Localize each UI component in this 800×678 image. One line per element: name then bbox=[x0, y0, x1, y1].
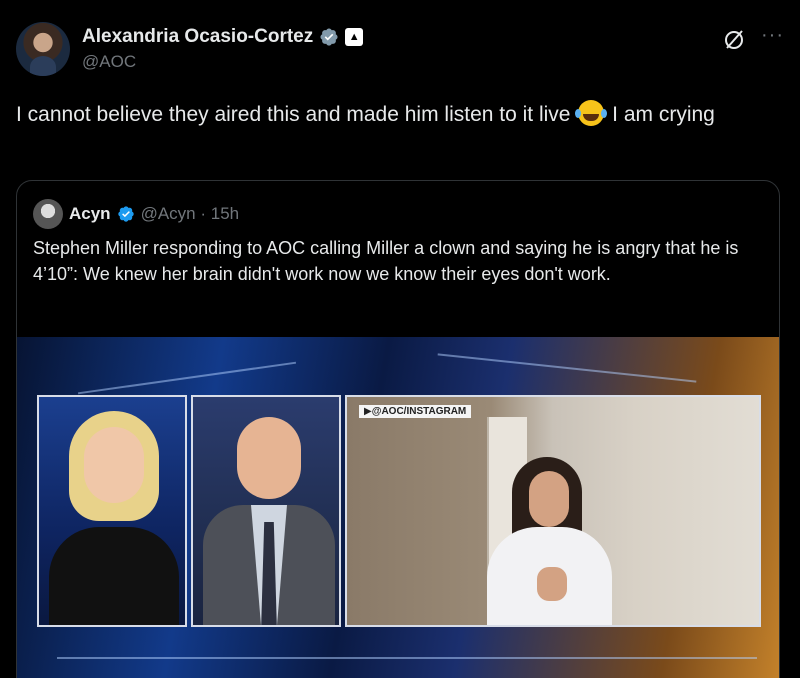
post-header: Alexandria Ocasio-Cortez ▲ @AOC ··· bbox=[16, 22, 784, 78]
stage-floor-line bbox=[57, 657, 757, 659]
quote-author-handle[interactable]: @Acyn · 15h bbox=[141, 204, 240, 224]
video-panel-instagram: ▶@AOC/INSTAGRAM bbox=[345, 395, 761, 627]
author-name-row: Alexandria Ocasio-Cortez ▲ bbox=[82, 26, 364, 48]
verified-badge-icon bbox=[117, 206, 134, 222]
avatar[interactable] bbox=[16, 22, 70, 76]
quote-avatar[interactable] bbox=[33, 199, 63, 229]
post-text: I cannot believe they aired this and mad… bbox=[16, 100, 776, 129]
author-name[interactable]: Alexandria Ocasio-Cortez bbox=[82, 26, 313, 48]
tears-of-joy-emoji-icon bbox=[575, 100, 605, 126]
quoted-post[interactable]: Acyn @Acyn · 15h Stephen Miller respondi… bbox=[16, 180, 780, 678]
speaker-face bbox=[529, 471, 569, 527]
post-text-part2: I am crying bbox=[606, 103, 715, 126]
video-panel-host bbox=[37, 395, 187, 627]
quote-header: Acyn @Acyn · 15h bbox=[33, 199, 239, 229]
quote-author-name[interactable]: Acyn bbox=[69, 204, 111, 224]
government-badge-icon: ▲ bbox=[345, 28, 364, 46]
stage-light-line bbox=[77, 361, 297, 395]
host-face bbox=[84, 427, 144, 503]
guest-head bbox=[237, 417, 301, 499]
verified-badge-icon bbox=[320, 28, 338, 46]
quote-video-media[interactable]: ▶@AOC/INSTAGRAM bbox=[17, 337, 779, 678]
host-body bbox=[49, 527, 179, 625]
grok-icon[interactable] bbox=[722, 28, 746, 52]
speaker-hand bbox=[537, 567, 567, 601]
quote-text: Stephen Miller responding to AOC calling… bbox=[33, 238, 739, 284]
author-handle[interactable]: @AOC bbox=[82, 52, 136, 72]
instagram-source-label: ▶@AOC/INSTAGRAM bbox=[359, 405, 472, 418]
video-panel-guest bbox=[191, 395, 341, 627]
more-options-icon[interactable]: ··· bbox=[761, 24, 784, 47]
stage-light-line bbox=[437, 353, 697, 383]
post-text-part1: I cannot believe they aired this and mad… bbox=[16, 103, 577, 126]
